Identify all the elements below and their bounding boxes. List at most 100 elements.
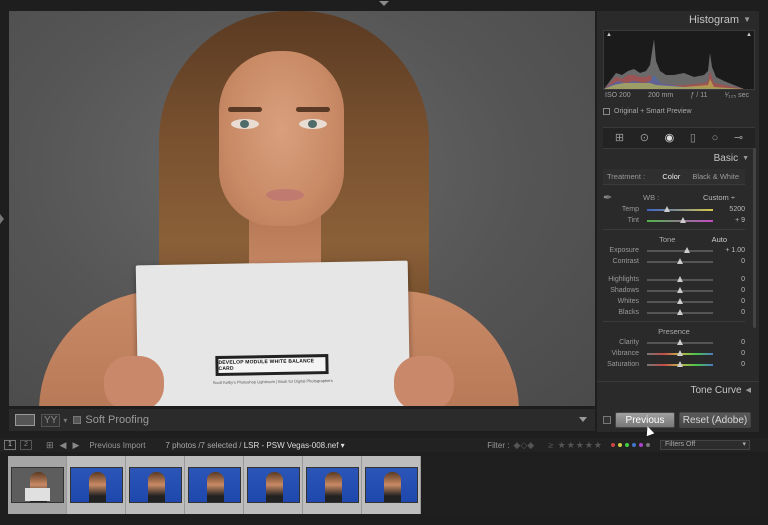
filmstrip-thumbnail[interactable]: [362, 456, 421, 514]
slider-thumb[interactable]: [677, 286, 683, 293]
slider-track[interactable]: [647, 308, 713, 315]
filmstrip-thumbnail[interactable]: [185, 456, 244, 514]
smart-preview-status[interactable]: Original + Smart Preview: [603, 105, 755, 117]
selection-info[interactable]: 7 photos /7 selected / LSR - PSW Vegas-0…: [165, 441, 344, 450]
collapse-triangle-icon[interactable]: ▼: [742, 155, 749, 162]
slider-thumb[interactable]: [677, 275, 683, 282]
blacks-slider[interactable]: Blacks 0: [603, 307, 745, 318]
tint-slider[interactable]: Tint + 9: [603, 215, 745, 226]
grid-view-icon[interactable]: ⊞: [46, 440, 54, 451]
back-arrow-icon[interactable]: ◀: [60, 440, 67, 451]
clarity-slider[interactable]: Clarity 0: [603, 337, 745, 348]
slider-value[interactable]: + 9: [717, 217, 745, 224]
panel-scrollbar[interactable]: [753, 148, 756, 328]
vibrance-slider[interactable]: Vibrance 0: [603, 348, 745, 359]
expand-triangle-icon[interactable]: ◀: [746, 386, 751, 394]
filmstrip-thumbnail[interactable]: [8, 456, 67, 514]
previous-button[interactable]: Previous: [615, 412, 675, 428]
before-after-button[interactable]: YY: [41, 413, 61, 427]
adjustment-brush-icon[interactable]: ⊸: [734, 132, 743, 144]
slider-track[interactable]: [647, 216, 713, 223]
main-window-button[interactable]: 1: [4, 440, 16, 450]
basic-header[interactable]: Basic ▼: [597, 149, 759, 167]
top-panel-toggle-icon[interactable]: [379, 1, 389, 6]
soft-proofing-checkbox[interactable]: [73, 416, 82, 424]
graduated-filter-icon[interactable]: ▯: [690, 132, 696, 144]
slider-thumb[interactable]: [663, 205, 670, 212]
histogram-graph[interactable]: ▲ ▲: [603, 30, 755, 90]
wb-preset-select[interactable]: Custom ÷: [703, 193, 735, 202]
slider-thumb[interactable]: [677, 308, 683, 315]
slider-track[interactable]: [647, 286, 713, 293]
slider-value[interactable]: 5200: [717, 206, 745, 213]
crop-tool-icon[interactable]: ⊞: [615, 132, 624, 144]
slider-value[interactable]: 0: [717, 276, 745, 283]
tone-curve-header[interactable]: Tone Curve ◀: [597, 381, 759, 398]
forward-arrow-icon[interactable]: ▶: [72, 440, 79, 451]
slider-track[interactable]: [647, 360, 713, 367]
slider-track[interactable]: [647, 257, 713, 264]
slider-value[interactable]: 0: [717, 309, 745, 316]
slider-thumb[interactable]: [677, 338, 683, 345]
color-label-filter[interactable]: [611, 443, 650, 447]
grey-label-dot[interactable]: [646, 443, 650, 447]
purple-label-dot[interactable]: [639, 443, 643, 447]
shadow-clip-icon[interactable]: ▲: [606, 32, 612, 38]
filmstrip-thumbnail[interactable]: [126, 456, 185, 514]
highlights-slider[interactable]: Highlights 0: [603, 274, 745, 285]
shadows-slider[interactable]: Shadows 0: [603, 285, 745, 296]
red-eye-icon[interactable]: ◉: [665, 132, 675, 144]
treatment-color-option[interactable]: Color: [656, 172, 686, 181]
slider-thumb[interactable]: [677, 349, 683, 356]
histogram-header[interactable]: Histogram ▼: [597, 11, 759, 28]
slider-value[interactable]: 0: [717, 298, 745, 305]
slider-value[interactable]: + 1.00: [717, 247, 745, 254]
slider-thumb[interactable]: [683, 246, 690, 253]
green-label-dot[interactable]: [625, 443, 629, 447]
slider-thumb[interactable]: [677, 297, 683, 304]
whites-slider[interactable]: Whites 0: [603, 296, 745, 307]
secondary-window-button[interactable]: 2: [20, 440, 32, 450]
flag-filter-icons[interactable]: ◆◇◆: [513, 440, 534, 451]
slider-value[interactable]: 0: [717, 361, 745, 368]
slider-track[interactable]: [647, 349, 713, 356]
blue-label-dot[interactable]: [632, 443, 636, 447]
loupe-view-button[interactable]: [15, 414, 35, 426]
toolbar-menu-chevron-icon[interactable]: [579, 417, 587, 422]
filmstrip-thumbnail[interactable]: [67, 456, 126, 514]
auto-tone-button[interactable]: Auto: [712, 235, 745, 244]
slider-track[interactable]: [647, 338, 713, 345]
slider-value[interactable]: 0: [717, 350, 745, 357]
highlight-clip-icon[interactable]: ▲: [746, 32, 752, 38]
slider-thumb[interactable]: [677, 360, 683, 367]
photo-preview[interactable]: DEVELOP MODULE WHITE BALANCE CARD Scott …: [9, 11, 595, 406]
red-label-dot[interactable]: [611, 443, 615, 447]
left-panel-toggle-icon[interactable]: [0, 214, 4, 224]
saturation-slider[interactable]: Saturation 0: [603, 359, 745, 370]
reset-button[interactable]: Reset (Adobe): [679, 412, 751, 428]
filmstrip-thumbnail[interactable]: [244, 456, 303, 514]
slider-thumb[interactable]: [680, 216, 687, 223]
filters-off-select[interactable]: Filters Off: [660, 440, 750, 450]
panel-switch-toggle[interactable]: [603, 416, 611, 424]
slider-track[interactable]: [647, 205, 713, 212]
slider-value[interactable]: 0: [717, 258, 745, 265]
slider-value[interactable]: 0: [717, 287, 745, 294]
slider-value[interactable]: 0: [717, 339, 745, 346]
rating-filter-stars[interactable]: ≥ ★★★★★: [548, 440, 603, 451]
chevron-down-icon[interactable]: ▾: [63, 416, 67, 425]
filmstrip-thumbnail[interactable]: [303, 456, 362, 514]
exposure-slider[interactable]: Exposure + 1.00: [603, 245, 745, 256]
white-balance-selector-icon[interactable]: ✒: [603, 191, 623, 204]
slider-track[interactable]: [647, 246, 713, 253]
spot-removal-icon[interactable]: ⊙: [640, 132, 649, 144]
yellow-label-dot[interactable]: [618, 443, 622, 447]
slider-track[interactable]: [647, 297, 713, 304]
slider-track[interactable]: [647, 275, 713, 282]
source-label[interactable]: Previous Import: [89, 441, 145, 450]
temp-slider[interactable]: Temp 5200: [603, 204, 745, 215]
slider-thumb[interactable]: [677, 257, 683, 264]
collapse-triangle-icon[interactable]: ▼: [743, 15, 751, 24]
treatment-bw-option[interactable]: Black & White: [686, 172, 745, 181]
radial-filter-icon[interactable]: ○: [712, 132, 719, 144]
